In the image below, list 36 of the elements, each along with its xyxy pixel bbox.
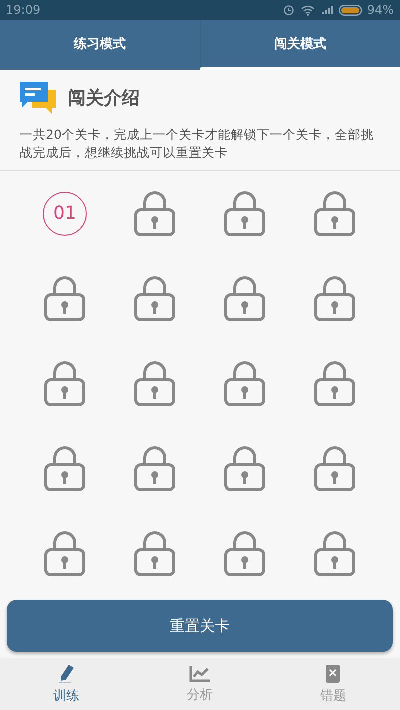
padlock-icon[interactable] xyxy=(224,446,266,492)
padlock-icon[interactable] xyxy=(134,530,176,576)
alarm-icon xyxy=(283,4,296,16)
notebook-icon xyxy=(324,664,342,684)
line-chart-icon xyxy=(188,664,211,682)
padlock-icon[interactable] xyxy=(314,360,356,406)
padlock-icon[interactable] xyxy=(314,530,356,576)
padlock-icon[interactable] xyxy=(134,446,176,492)
signal-icon xyxy=(321,5,334,15)
padlock-icon[interactable] xyxy=(44,276,86,322)
padlock-icon[interactable] xyxy=(224,360,266,406)
padlock-icon[interactable] xyxy=(314,276,356,322)
padlock-icon[interactable] xyxy=(314,190,356,236)
padlock-icon[interactable] xyxy=(314,446,356,492)
intro-description: 一共20个关卡，完成上一个关卡才能解锁下一个关卡，全部挑战完成后，想继续挑战可以重置关卡 xyxy=(20,126,375,162)
padlock-icon[interactable] xyxy=(134,360,176,406)
padlock-icon[interactable] xyxy=(224,190,266,236)
chat-bubbles-icon xyxy=(20,82,58,114)
status-time: 19:09 xyxy=(6,3,41,17)
nav-item[interactable]: 训练 xyxy=(0,658,134,710)
tab[interactable]: 闯关模式 xyxy=(200,20,400,70)
tab[interactable]: 练习模式 xyxy=(0,20,200,70)
pencil-icon xyxy=(58,664,76,684)
padlock-icon[interactable] xyxy=(44,530,86,576)
padlock-icon[interactable] xyxy=(224,276,266,322)
wifi-icon xyxy=(301,4,316,16)
padlock-icon[interactable] xyxy=(44,360,86,406)
battery-percent: 94% xyxy=(367,3,394,17)
padlock-icon[interactable] xyxy=(134,276,176,322)
reset-button[interactable]: 重置关卡 xyxy=(7,600,393,652)
padlock-icon[interactable] xyxy=(224,530,266,576)
level-badge[interactable]: 01 xyxy=(43,192,87,236)
padlock-icon[interactable] xyxy=(44,446,86,492)
padlock-icon[interactable] xyxy=(134,190,176,236)
battery-icon xyxy=(339,4,364,16)
intro-title: 闯关介绍 xyxy=(68,87,140,110)
